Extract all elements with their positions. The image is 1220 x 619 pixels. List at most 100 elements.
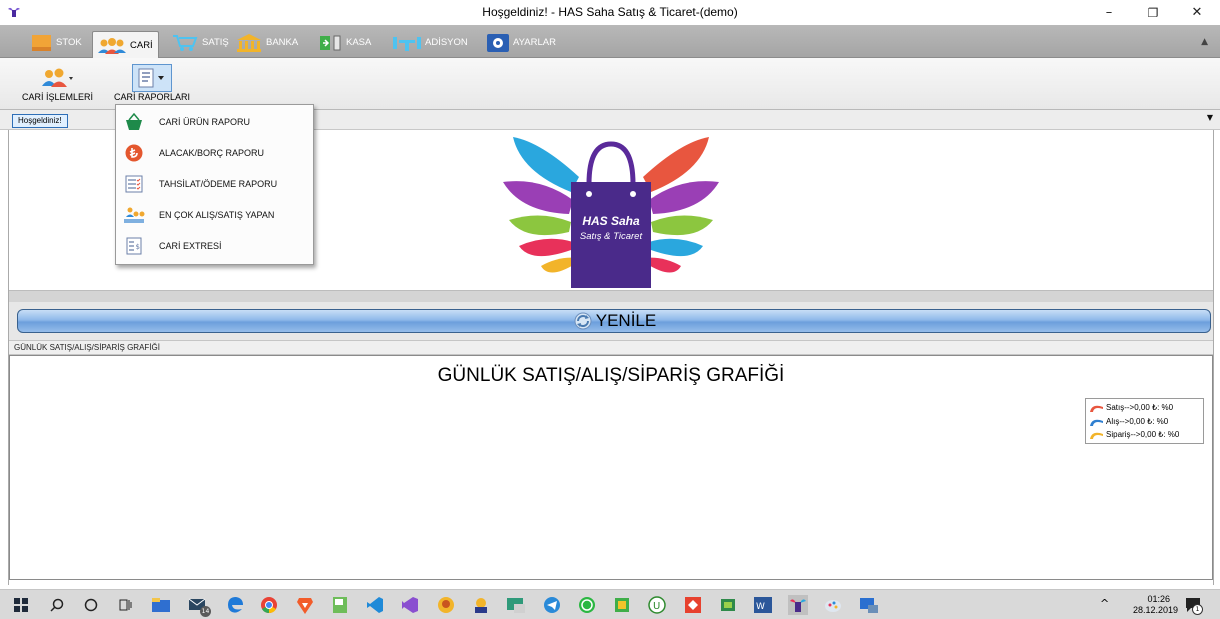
restore-button[interactable]: ❐ [1131, 0, 1175, 25]
chart-title: GÜNLÜK SATIŞ/ALIŞ/SİPARİŞ GRAFİĞİ [437, 365, 785, 386]
ribbon-button-label: CARİ İŞLEMLERİ [22, 92, 94, 102]
checklist-icon [125, 175, 143, 192]
refresh-button[interactable]: YENİLE [17, 309, 1211, 333]
cari-raporlari-dropdown: CARİ ÜRÜN RAPORU ALACAK/BORÇ RAPORU TAHS… [115, 104, 314, 265]
menu-item-label: TAHSİLAT/ÖDEME RAPORU [159, 178, 278, 189]
menu-item-label: EN ÇOK ALIŞ/SATIŞ YAPAN [159, 209, 275, 220]
logo-text-line1: HAS Saha [582, 214, 640, 228]
ribbon-button-label: CARİ RAPORLARI [114, 92, 191, 102]
mail-badge: 14 [200, 606, 211, 617]
mail-icon[interactable]: 14 [186, 595, 212, 617]
clock-date[interactable]: 28.12.2019 [1133, 605, 1178, 615]
basket-icon [126, 112, 142, 130]
svg-text:U: U [653, 601, 660, 612]
system-tray: ^ 01:26 28.12.2019 [1100, 593, 1180, 617]
paint-icon[interactable] [823, 595, 843, 615]
cari-islemleri-button[interactable]: CARİ İŞLEMLERİ [22, 64, 93, 102]
app6-icon[interactable] [859, 595, 879, 615]
cart-icon [173, 34, 198, 51]
app4-icon[interactable] [612, 595, 632, 615]
cashbox-icon [320, 35, 341, 50]
legend-item-siparis: Sipariş-->0,00 ₺: %0 [1090, 428, 1199, 442]
ranking-icon [124, 207, 145, 223]
tab-label: ADİSYON [425, 37, 468, 48]
upwork-icon[interactable]: U [647, 595, 667, 615]
tab-label: SATIŞ [202, 37, 229, 48]
app-icon[interactable] [436, 595, 456, 615]
brave-icon[interactable] [295, 595, 315, 615]
tab-label: STOK [56, 37, 82, 48]
minimize-button[interactable]: – [1087, 0, 1131, 25]
tab-cari[interactable]: CARİ [92, 31, 159, 59]
report-icon [138, 68, 165, 88]
visualstudio-icon[interactable] [400, 595, 420, 615]
tab-stok[interactable]: STOK [32, 30, 82, 55]
explorer-icon[interactable] [151, 595, 171, 615]
cortana-icon[interactable] [81, 595, 101, 615]
app3-icon[interactable] [506, 595, 526, 615]
whatsapp-icon[interactable] [577, 595, 597, 615]
chart-area: GÜNLÜK SATIŞ/ALIŞ/SİPARİŞ GRAFİĞİ Satış-… [9, 355, 1213, 580]
tab-adisyon[interactable]: ADİSYON [393, 30, 468, 55]
app5-icon[interactable] [718, 595, 738, 615]
menu-item-alacak-borc-raporu[interactable]: ALACAK/BORÇ RAPORU [116, 137, 313, 168]
svg-text:$: $ [136, 243, 140, 251]
edge-icon[interactable] [225, 595, 245, 615]
start-icon[interactable] [11, 595, 31, 615]
vscode-icon[interactable] [365, 595, 385, 615]
legend-label: Satış-->0,00 ₺: %0 [1106, 403, 1174, 413]
ribbon-panel: CARİ İŞLEMLERİ CARİ RAPORLARI [0, 58, 1220, 110]
menu-item-label: ALACAK/BORÇ RAPORU [159, 147, 265, 158]
tray-expand-icon[interactable]: ^ [1100, 597, 1109, 610]
refresh-button-label: YENİLE [595, 311, 657, 330]
search-icon[interactable] [47, 595, 67, 615]
windows-taskbar: 14 U W ^ 01:26 28.12.2019 1 [0, 589, 1220, 619]
tab-ayarlar[interactable]: AYARLAR [487, 30, 556, 55]
word-icon[interactable]: W [753, 595, 773, 615]
bank-icon [237, 33, 261, 52]
menu-item-en-cok-alis-satis[interactable]: EN ÇOK ALIŞ/SATIŞ YAPAN [116, 199, 313, 230]
menu-item-cari-extresi[interactable]: $ CARİ EXTRESİ [116, 230, 313, 261]
splitter[interactable] [9, 290, 1213, 302]
box-icon [32, 34, 51, 51]
chart-legend: Satış-->0,00 ₺: %0 Alış-->0,00 ₺: %0 Sip… [1085, 398, 1204, 444]
refresh-band: YENİLE [9, 302, 1213, 340]
menu-item-tahsilat-odeme-raporu[interactable]: TAHSİLAT/ÖDEME RAPORU [116, 168, 313, 199]
tab-kasa[interactable]: KASA [320, 30, 371, 55]
has-icon[interactable] [788, 595, 808, 615]
chart-group-header: GÜNLÜK SATIŞ/ALIŞ/SİPARİŞ GRAFİĞİ [9, 340, 1213, 355]
menu-item-label: CARİ ÜRÜN RAPORU [159, 116, 251, 127]
table-icon [393, 36, 421, 51]
menu-item-label: CARİ EXTRESİ [159, 240, 222, 251]
tab-satis[interactable]: SATIŞ [172, 30, 229, 55]
window-title: Hoşgeldiniz! - HAS Saha Satış & Ticaret-… [482, 5, 738, 19]
cari-raporlari-button[interactable]: CARİ RAPORLARI [114, 64, 190, 102]
chrome-icon[interactable] [259, 595, 279, 615]
app2-icon[interactable] [471, 595, 491, 615]
users-icon [98, 37, 126, 54]
notification-badge: 1 [1192, 604, 1203, 615]
tab-banka[interactable]: BANKA [236, 30, 298, 55]
has-logo [503, 137, 719, 288]
tab-label: KASA [346, 37, 372, 48]
tab-hosgeldiniz[interactable]: Hoşgeldiniz! [12, 114, 68, 128]
ribbon-collapse-button[interactable]: ▲ [1201, 37, 1208, 47]
tab-label: BANKA [266, 37, 299, 48]
notepad-icon[interactable] [330, 595, 350, 615]
users-icon [41, 68, 73, 87]
telegram-icon[interactable] [542, 595, 562, 615]
tab-label: CARİ [130, 40, 153, 51]
close-button[interactable]: ✕ [1175, 0, 1219, 25]
notification-icon[interactable]: 1 [1183, 595, 1203, 615]
tab-list-dropdown-icon[interactable]: ▼ [1207, 113, 1213, 122]
menu-item-cari-urun-raporu[interactable]: CARİ ÜRÜN RAPORU [116, 106, 313, 137]
legend-item-alis: Alış-->0,00 ₺: %0 [1090, 415, 1199, 429]
taskview-icon[interactable] [116, 595, 136, 615]
legend-swatch [1090, 419, 1103, 426]
statement-icon: $ [126, 237, 142, 254]
refresh-icon [574, 312, 592, 330]
anydesk-icon[interactable] [683, 595, 703, 615]
lira-icon [125, 144, 143, 161]
legend-label: Alış-->0,00 ₺: %0 [1106, 416, 1169, 426]
clock-time[interactable]: 01:26 [1147, 594, 1170, 604]
